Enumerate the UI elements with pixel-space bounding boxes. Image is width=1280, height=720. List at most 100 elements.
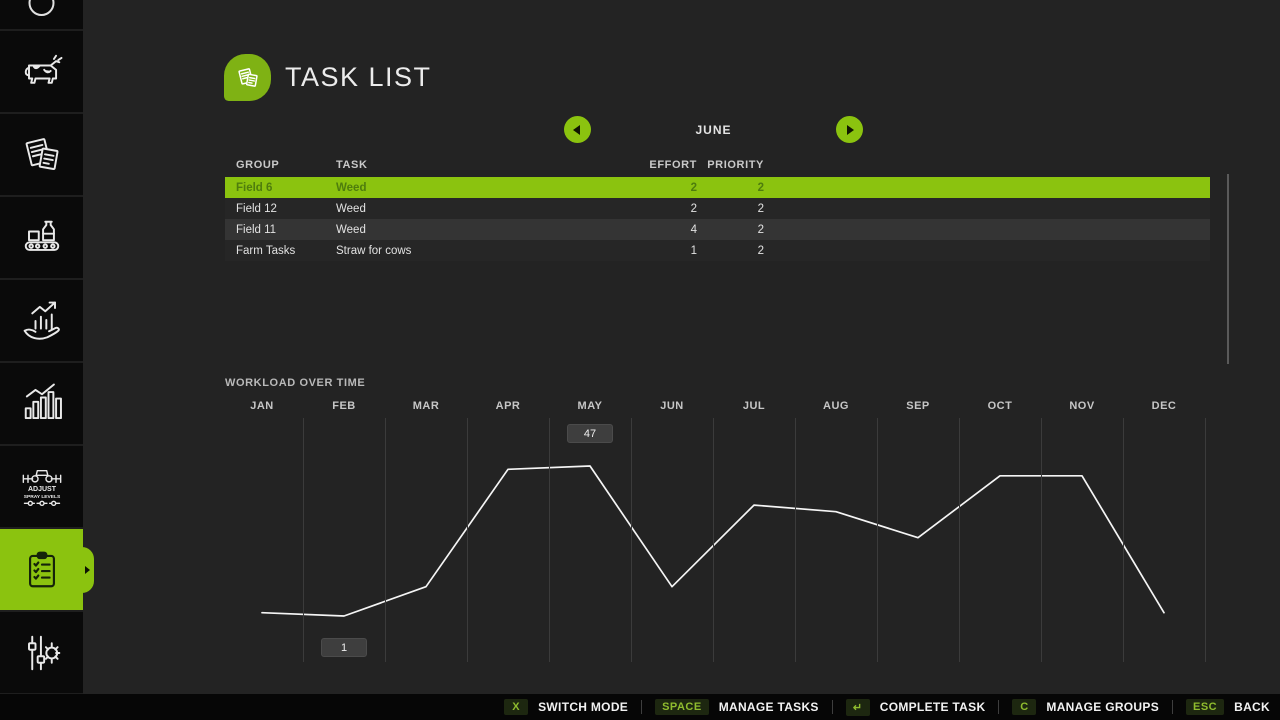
cell-group: Field 11 (225, 224, 325, 236)
sidebar-item-finances[interactable] (0, 280, 83, 361)
cell-group: Field 6 (225, 182, 325, 194)
chart-gridline (959, 418, 960, 662)
sidebar-item-production[interactable] (0, 197, 83, 278)
svg-text:ADJUST: ADJUST (27, 486, 56, 493)
hotbar-divider (1172, 700, 1173, 714)
chart-month-label: SEP (888, 400, 948, 412)
chart-month-label: FEB (314, 400, 374, 412)
table-row-selected[interactable]: Field 6 Weed 2 2 (225, 177, 1210, 198)
chart-callout: 1 (321, 638, 367, 657)
chart-month-label: JUN (642, 400, 702, 412)
hint-label: COMPLETE TASK (880, 700, 986, 714)
chart-month-label: JAN (232, 400, 292, 412)
task-table: GROUP TASK EFFORT PRIORITY Field 6 Weed … (225, 156, 1210, 261)
workload-line (262, 466, 1164, 616)
cell-task: Weed (325, 182, 575, 194)
hint-label: MANAGE GROUPS (1046, 700, 1159, 714)
spray-levels-icon: ADJUST SPRAY LEVELS (14, 459, 70, 515)
current-month-label: JUNE (650, 123, 777, 137)
chart-gridline (1123, 418, 1124, 662)
chart-gridline (1205, 418, 1206, 662)
cell-group: Farm Tasks (225, 245, 325, 257)
production-icon (16, 212, 68, 264)
column-header-task: TASK (325, 159, 575, 171)
hotbar-divider (641, 700, 642, 714)
sidebar-item-top[interactable] (0, 0, 83, 29)
table-scrollbar[interactable] (1227, 174, 1229, 364)
cell-priority: 2 (697, 224, 764, 236)
tasklist-icon (16, 544, 68, 596)
chart-gridline (877, 418, 878, 662)
cow-icon (16, 46, 68, 98)
table-row[interactable]: Farm Tasks Straw for cows 1 2 (225, 240, 1210, 261)
cell-task: Weed (325, 224, 575, 236)
cell-effort: 1 (575, 245, 697, 257)
chart-gridline (795, 418, 796, 662)
hint-switch-mode: X SWITCH MODE (504, 699, 628, 715)
hint-label: BACK (1234, 700, 1270, 714)
cell-effort: 2 (575, 182, 697, 194)
chart-gridline (1041, 418, 1042, 662)
arrow-right-icon (847, 125, 854, 135)
chart-gridline (303, 418, 304, 662)
hotbar-divider (998, 700, 999, 714)
hand-growth-icon (16, 295, 68, 347)
enter-key-icon: ↵ (846, 699, 870, 716)
sidebar-item-statistics[interactable] (0, 363, 83, 444)
page-header: TASK LIST (224, 54, 432, 101)
documents-badge-icon (233, 63, 263, 93)
chart-gridline (549, 418, 550, 662)
cell-task: Weed (325, 203, 575, 215)
workload-chart: JANFEBMARAPRMAYJUNJULAUGSEPOCTNOVDEC471 (0, 0, 1280, 720)
chart-gridline (467, 418, 468, 662)
cell-effort: 4 (575, 224, 697, 236)
active-tab-arrow-icon (85, 566, 90, 574)
column-header-effort: EFFORT (575, 159, 697, 171)
hotkey-bar: X SWITCH MODE SPACE MANAGE TASKS ↵ COMPL… (0, 694, 1280, 720)
svg-text:SPRAY LEVELS: SPRAY LEVELS (23, 494, 60, 500)
table-row[interactable]: Field 11 Weed 4 2 (225, 219, 1210, 240)
column-header-group: GROUP (225, 159, 325, 171)
sidebar-item-tasklist[interactable] (0, 529, 83, 610)
column-header-priority: PRIORITY (697, 159, 764, 171)
key-space: SPACE (655, 699, 709, 715)
table-header-row: GROUP TASK EFFORT PRIORITY (225, 156, 1210, 173)
sidebar-item-spray-levels[interactable]: ADJUST SPRAY LEVELS (0, 446, 83, 527)
prev-month-button[interactable] (564, 116, 591, 143)
cell-priority: 2 (697, 182, 764, 194)
chart-gridline (385, 418, 386, 662)
circle-icon (0, 0, 83, 29)
hint-complete-task: ↵ COMPLETE TASK (846, 699, 986, 716)
chart-title: WORKLOAD OVER TIME (225, 377, 365, 389)
tasklist-badge (224, 54, 271, 101)
chart-month-label: OCT (970, 400, 1030, 412)
chart-line-svg (0, 0, 1280, 720)
chart-gridline (631, 418, 632, 662)
hint-label: SWITCH MODE (538, 700, 628, 714)
sidebar-item-tuning[interactable] (0, 612, 83, 693)
month-navigation: JUNE (0, 116, 1280, 144)
task-list-screen: ADJUST SPRAY LEVELS (0, 0, 1280, 720)
chart-month-label: APR (478, 400, 538, 412)
hint-label: MANAGE TASKS (719, 700, 819, 714)
hint-back: ESC BACK (1186, 699, 1270, 715)
next-month-button[interactable] (836, 116, 863, 143)
hint-manage-tasks: SPACE MANAGE TASKS (655, 699, 819, 715)
cell-priority: 2 (697, 245, 764, 257)
hotbar-divider (832, 700, 833, 714)
key-c: C (1012, 699, 1036, 715)
cell-effort: 2 (575, 203, 697, 215)
tuning-icon (16, 627, 68, 679)
page-title: TASK LIST (285, 62, 432, 93)
table-row[interactable]: Field 12 Weed 2 2 (225, 198, 1210, 219)
hint-manage-groups: C MANAGE GROUPS (1012, 699, 1159, 715)
chart-month-label: DEC (1134, 400, 1194, 412)
cell-task: Straw for cows (325, 245, 575, 257)
key-x: X (504, 699, 528, 715)
sidebar: ADJUST SPRAY LEVELS (0, 0, 83, 694)
key-esc: ESC (1186, 699, 1224, 715)
chart-gridline (713, 418, 714, 662)
chart-month-label: AUG (806, 400, 866, 412)
arrow-left-icon (573, 125, 580, 135)
sidebar-item-animals[interactable] (0, 31, 83, 112)
